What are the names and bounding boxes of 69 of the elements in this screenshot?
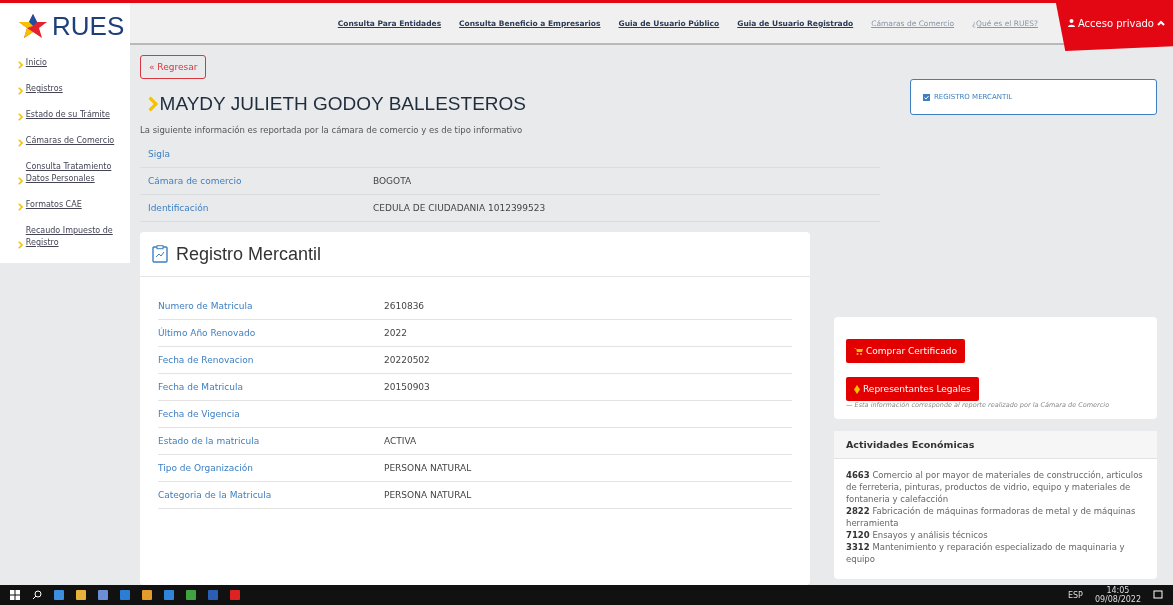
field-value: 2610836 [384,301,426,311]
clipboard-icon [152,245,168,263]
action-button[interactable]: Representantes Legales [846,377,979,401]
taskbar-app-icon[interactable] [120,590,130,600]
chevron-icon [18,177,23,185]
search-icon[interactable] [32,590,42,600]
activity-text: 2822 Fabricación de máquinas formadoras de metal y de máquinas herramienta [846,505,1137,529]
info-text: La siguiente información es reportada por la cámara de comercio y es de tipo informativo [140,125,524,135]
checkbox-icon[interactable] [923,93,930,101]
taskbar-app-icon[interactable] [186,590,196,600]
sidebar-link[interactable]: Estado de su Trámite [18,109,118,121]
field-label: Identificación [148,203,210,213]
card-heading: Actividades Económicas [834,431,1157,459]
page-title: MAYDY JULIETH GODOY BALLESTEROS [159,93,526,115]
field-label: Categoria de la Matricula [158,490,273,500]
field-value: 20150903 [384,382,431,392]
clock-date[interactable]: 09/08/2022 [1094,595,1141,604]
logo-star-icon [18,13,48,39]
chevron-icon [18,87,23,95]
user-icon [1067,19,1075,27]
clock-time[interactable]: 14:05 [1106,586,1130,595]
taskbar-app-icon[interactable] [54,590,64,600]
action-button[interactable]: Comprar Certificado [846,339,965,363]
private-access-button[interactable]: Acceso privado [1055,3,1173,51]
field-label: Fecha de Renovacion [158,355,255,365]
chevron-icon [18,241,23,249]
logo-text: RUES [52,10,125,42]
sidebar-link[interactable]: Inicio [18,57,118,69]
field-value: ACTIVA [384,436,418,446]
field-label: Numero de Matricula [158,301,254,311]
sidebar-link[interactable]: Consulta Tratamiento Datos Personales [18,161,118,185]
field-label: Sigla [148,149,171,159]
activity-text: 3312 Mantenimiento y reparación especializado de maquinaria y equipo [846,541,1126,565]
field-value: PERSONA NATURAL [384,490,473,500]
taskbar-app-icon[interactable] [98,590,108,600]
field-label: Estado de la matricula [158,436,261,446]
chevron-icon [18,113,23,121]
field-value: 20220502 [384,355,431,365]
chevron-icon [18,203,23,211]
sidebar-link[interactable]: Cámaras de Comercio [18,135,118,147]
field-label: Fecha de Vigencia [158,409,241,419]
taskbar-app-icon[interactable] [164,590,174,600]
chevron-icon [148,96,158,112]
field-value: PERSONA NATURAL [384,463,473,473]
activity-text: 7120 Ensayos y análisis técnicos [846,529,989,541]
field-value: 2022 [384,328,408,338]
cart-icon [854,347,863,355]
taskbar-app-icon[interactable] [76,590,86,600]
chevron-icon [18,139,23,147]
notification-icon[interactable] [1153,590,1163,600]
field-label: Último Año Renovado [158,328,257,338]
activity-text: 4663 Comercio al por mayor de materiales de construcción, articulos de ferreteria, pinturas, productos de vidrio, equipo y materiales de fontaneria y calefacción [846,469,1144,505]
taskbar-app-icon[interactable] [230,590,240,600]
caret-up-icon [1157,20,1165,26]
field-label: Tipo de Organización [158,463,254,473]
windows-icon[interactable] [10,590,20,600]
field-value: BOGOTA [373,176,413,186]
sidebar-link[interactable]: Formatos CAE [18,199,118,211]
field-value: CEDULA DE CIUDADANIA 1012399523 [373,203,547,213]
chevron-icon [18,61,23,69]
taskbar-app-icon[interactable] [208,590,218,600]
taskbar-app-icon[interactable] [142,590,152,600]
field-label: Fecha de Matricula [158,382,245,392]
sidebar-link[interactable]: Recaudo Impuesto de Registro [18,225,118,249]
card-title: Registro Mercantil [176,243,322,265]
language-indicator[interactable]: ESP [1067,590,1083,600]
sidebar-link[interactable]: Registros [18,83,118,95]
back-button[interactable]: « Regresar [140,55,207,79]
field-label: Cámara de comercio [148,176,243,186]
